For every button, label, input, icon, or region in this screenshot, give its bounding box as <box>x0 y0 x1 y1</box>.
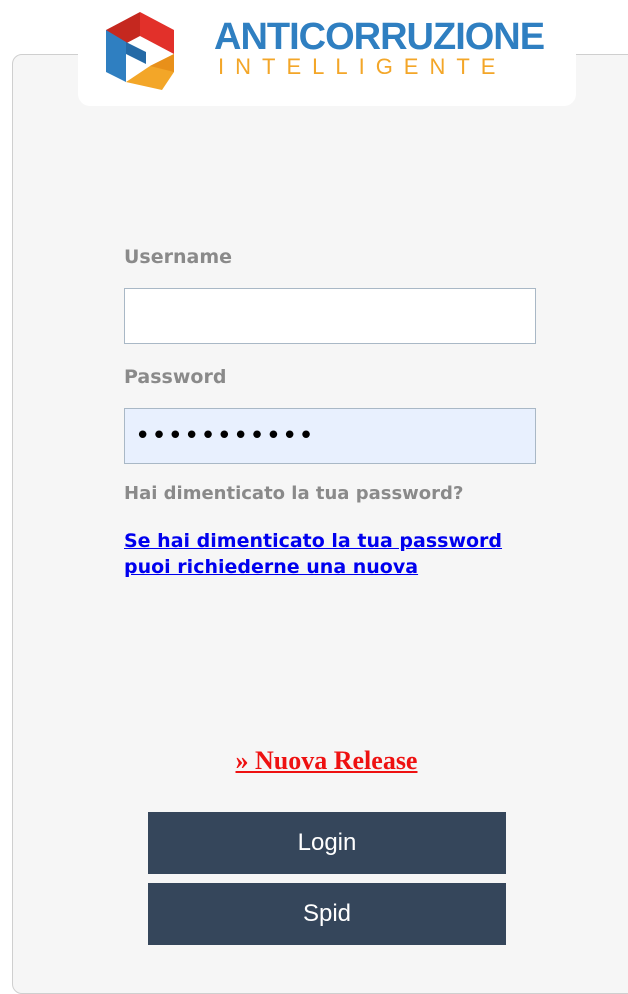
logo-icon <box>106 12 174 90</box>
username-label: Username <box>124 246 233 268</box>
new-release-link[interactable]: » Nuova Release <box>0 746 628 776</box>
brand-logo: ANTICORRUZIONE INTELLIGENTE <box>78 0 576 106</box>
password-input[interactable] <box>124 408 536 464</box>
brand-title: ANTICORRUZIONE <box>214 16 545 58</box>
forgot-password-question: Hai dimenticato la tua password? <box>124 483 464 504</box>
reset-password-link[interactable]: Se hai dimenticato la tua password puoi … <box>124 528 524 580</box>
brand-subtitle: INTELLIGENTE <box>218 54 507 79</box>
spid-button[interactable]: Spid <box>148 883 506 945</box>
username-input[interactable] <box>124 288 536 344</box>
login-button[interactable]: Login <box>148 812 506 874</box>
password-label: Password <box>124 366 227 388</box>
